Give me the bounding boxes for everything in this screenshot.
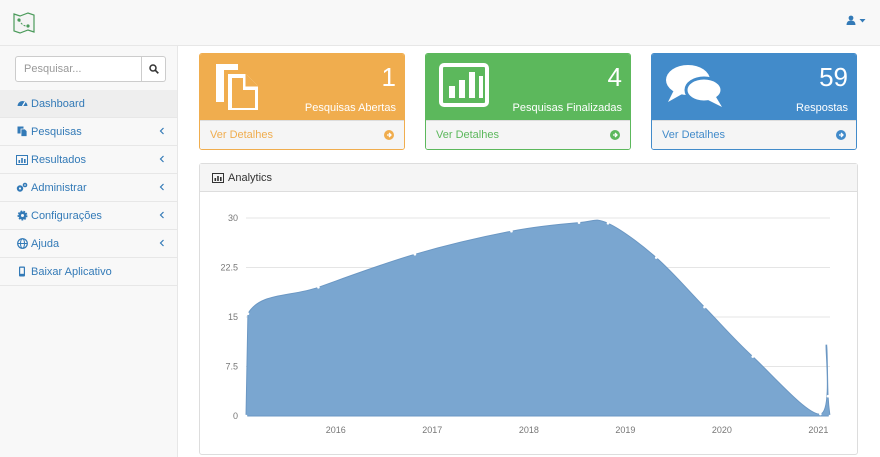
gear-icon [16,210,28,222]
x-tick-label: 2017 [422,425,442,435]
card-value: 59 [819,62,848,92]
data-point[interactable] [577,221,581,224]
y-tick-label: 0 [233,411,238,421]
sidebar-item-pesquisas[interactable]: Pesquisas [0,118,177,146]
data-point[interactable] [828,414,832,418]
data-point[interactable] [751,355,755,358]
arrow-circle-right-icon [384,130,394,140]
search-button[interactable] [142,56,166,82]
x-tick-label: 2019 [615,425,635,435]
chevron-left-icon [159,127,164,135]
cogs-icon [16,182,28,194]
sidebar-item-resultados[interactable]: Resultados [0,146,177,174]
arrow-circle-right-icon [836,130,846,140]
sidebar-item-label: Pesquisas [31,125,82,138]
x-tick-label: 2021 [808,425,828,435]
x-tick-label: 2020 [712,425,732,435]
sidebar-item-label: Dashboard [31,97,85,110]
ver-detalhes-link[interactable]: Ver Detalhes [200,120,404,149]
x-tick-label: 2018 [519,425,539,435]
sidebar-item-label: Resultados [31,153,87,166]
data-point[interactable] [826,394,830,398]
files-icon [216,64,258,110]
panel-header: Analytics [200,164,857,192]
ver-detalhes-link[interactable]: Ver Detalhes [652,120,856,149]
data-point[interactable] [703,305,706,309]
bar-chart-icon [439,63,489,107]
card-value: 1 [381,62,396,92]
sidebar-item-label: Ajuda [31,237,60,250]
user-icon [846,15,856,25]
files-icon [16,126,28,138]
search-input[interactable] [15,56,142,82]
link-label: Ver Detalhes [210,129,273,141]
data-point[interactable] [819,412,822,416]
analytics-chart: 0 7.5 15 22.5 30 2016 2017 2018 2019 2020 2021 [220,213,832,435]
sidebar-item-configuracoes[interactable]: Configurações [0,202,177,230]
sidebar-item-label: Administrar [31,181,87,194]
card-pesquisas-finalizadas: 4 Pesquisas Finalizadas Ver Detalhes [425,53,631,150]
dashboard-icon [16,98,28,110]
card-label: Pesquisas Abertas [304,102,396,114]
sidebar-item-ajuda[interactable]: Ajuda [0,230,177,258]
sidebar-item-label: Baixar Aplicativo [31,265,112,278]
panel-title: Analytics [228,171,273,184]
chevron-left-icon [159,211,164,219]
user-menu[interactable] [846,15,866,28]
ver-detalhes-link[interactable]: Ver Detalhes [426,120,630,149]
data-point[interactable] [246,312,250,315]
card-pesquisas-abertas: 1 Pesquisas Abertas Ver Detalhes [199,53,405,150]
card-label: Respostas [796,102,848,114]
top-navbar [0,0,880,46]
card-header: 1 Pesquisas Abertas [200,54,404,120]
caret-down-icon [859,19,866,23]
chevron-left-icon [159,239,164,247]
card-header: 4 Pesquisas Finalizadas [426,54,630,120]
y-tick-label: 30 [228,213,238,223]
data-point[interactable] [824,342,828,345]
arrow-circle-right-icon [610,130,620,140]
analytics-panel: Analytics 0 7.5 15 22.5 30 2016 2017 2018 2019 20… [199,163,858,455]
data-point[interactable] [317,286,320,289]
data-point[interactable] [510,229,513,233]
map-icon[interactable] [12,11,36,35]
chevron-left-icon [159,155,164,163]
data-point[interactable] [606,221,610,225]
link-label: Ver Detalhes [436,129,499,141]
link-label: Ver Detalhes [662,129,725,141]
card-header: 59 Respostas [652,54,856,120]
search-icon [148,64,159,74]
card-value: 4 [607,62,622,92]
search-group [15,56,166,82]
mobile-icon [16,266,28,278]
x-tick-label: 2016 [326,425,346,435]
sidebar-item-dashboard[interactable]: Dashboard [0,90,177,118]
comments-icon [666,65,724,107]
main-content: 1 Pesquisas Abertas Ver Detalhes 4 Pesqu… [178,46,880,457]
chevron-left-icon [159,183,164,191]
data-point[interactable] [654,256,658,259]
y-tick-label: 22.5 [220,263,238,273]
bar-chart-icon [212,172,224,183]
sidebar-nav: Dashboard Pesquisas Resultados Administr… [0,90,177,286]
card-label: Pesquisas Finalizadas [512,102,622,114]
bar-chart-icon [16,154,28,166]
data-point[interactable] [244,414,248,418]
globe-icon [16,238,28,250]
y-tick-label: 7.5 [225,362,238,372]
sidebar-item-baixar-aplicativo[interactable]: Baixar Aplicativo [0,258,177,286]
sidebar-item-label: Configurações [31,209,102,222]
sidebar-item-administrar[interactable]: Administrar [0,174,177,202]
card-respostas: 59 Respostas Ver Detalhes [651,53,857,150]
data-point[interactable] [413,253,417,256]
area-series [245,219,831,417]
y-tick-label: 15 [228,312,238,322]
sidebar: Dashboard Pesquisas Resultados Administr… [0,46,178,457]
